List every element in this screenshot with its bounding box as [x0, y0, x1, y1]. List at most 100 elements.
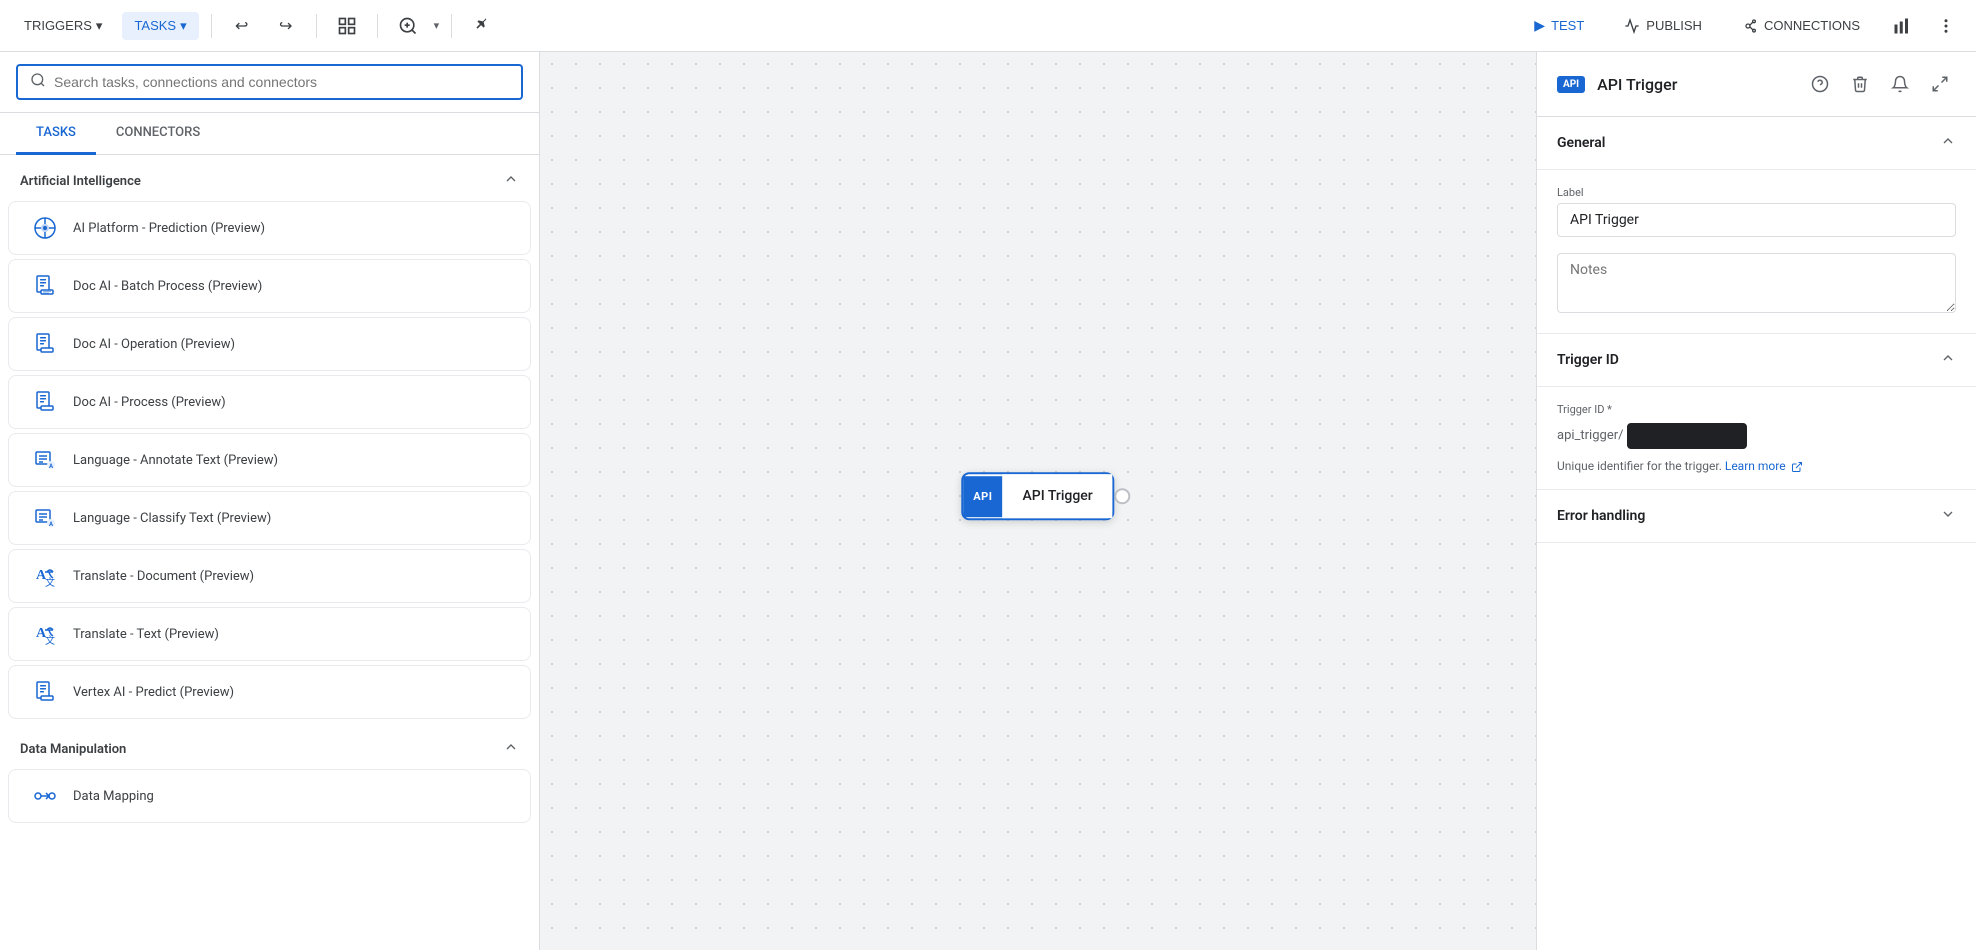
chart-button[interactable]: [1884, 8, 1920, 44]
task-label-doc-ai-operation: Doc AI - Operation (Preview): [73, 337, 235, 352]
nav-separator-4: [451, 14, 452, 38]
category-data-label: Data Manipulation: [20, 742, 126, 757]
task-label-language-classify: Language - Classify Text (Preview): [73, 511, 271, 526]
label-input[interactable]: [1557, 203, 1956, 237]
general-chevron-icon: [1940, 133, 1956, 153]
triggers-chevron-icon: ▾: [96, 18, 103, 34]
bell-button[interactable]: [1884, 68, 1916, 100]
search-input-wrap[interactable]: [16, 64, 523, 100]
nav-separator-3: [377, 14, 378, 38]
task-label-language-annotate: Language - Annotate Text (Preview): [73, 453, 278, 468]
tasks-list: Artificial Intelligence: [0, 155, 539, 950]
top-nav: TRIGGERS ▾ TASKS ▾ ↩ ↪ ▾ ▶ TEST: [0, 0, 1976, 52]
search-bar: [0, 52, 539, 113]
task-label-data-mapping: Data Mapping: [73, 789, 154, 804]
more-menu-button[interactable]: [1928, 8, 1964, 44]
task-label-translate-document: Translate - Document (Preview): [73, 569, 254, 584]
category-ai-header[interactable]: Artificial Intelligence: [0, 155, 539, 199]
trigger-id-hint-text: Unique identifier for the trigger.: [1557, 459, 1722, 473]
nav-separator-1: [211, 14, 212, 38]
error-handling-section-title: Error handling: [1557, 508, 1645, 524]
task-item-translate-document[interactable]: A 文 Translate - Document (Preview): [8, 549, 531, 603]
delete-button[interactable]: [1844, 68, 1876, 100]
layout-button[interactable]: [329, 8, 365, 44]
api-trigger-node-label: API Trigger: [1002, 474, 1112, 518]
task-item-language-classify[interactable]: A Language - Classify Text (Preview): [8, 491, 531, 545]
label-form-group: Label: [1557, 186, 1956, 237]
node-connector[interactable]: [1115, 488, 1131, 504]
task-label-ai-platform: AI Platform - Prediction (Preview): [73, 221, 265, 236]
undo-button[interactable]: ↩: [224, 8, 260, 44]
translate-text-icon: A 文: [29, 618, 61, 650]
right-panel-api-badge: API: [1557, 76, 1585, 93]
pin-button[interactable]: [464, 8, 500, 44]
tab-connectors[interactable]: CONNECTORS: [96, 113, 220, 155]
zoom-button[interactable]: [390, 8, 426, 44]
trigger-id-section-content: Trigger ID * api_trigger/ Unique identif…: [1537, 387, 1976, 490]
task-item-doc-ai-process[interactable]: Doc AI - Process (Preview): [8, 375, 531, 429]
task-item-ai-platform[interactable]: AI Platform - Prediction (Preview): [8, 201, 531, 255]
right-panel-actions: [1804, 68, 1956, 100]
task-item-doc-ai-operation[interactable]: Doc AI - Operation (Preview): [8, 317, 531, 371]
connections-button[interactable]: CONNECTIONS: [1726, 12, 1876, 40]
language-annotate-icon: A: [29, 444, 61, 476]
category-data-header[interactable]: Data Manipulation: [0, 723, 539, 767]
task-item-translate-text[interactable]: A 文 Translate - Text (Preview): [8, 607, 531, 661]
tab-tasks-label: TASKS: [36, 125, 76, 140]
doc-ai-batch-icon: [29, 270, 61, 302]
doc-ai-operation-icon: [29, 328, 61, 360]
vertex-ai-icon: [29, 676, 61, 708]
triggers-label: TRIGGERS: [24, 18, 92, 33]
doc-ai-process-icon: [29, 386, 61, 418]
task-item-data-mapping[interactable]: Data Mapping: [8, 769, 531, 823]
tab-tasks[interactable]: TASKS: [16, 113, 96, 155]
data-mapping-icon: [29, 780, 61, 812]
category-ai-label: Artificial Intelligence: [20, 174, 141, 189]
language-classify-icon: A: [29, 502, 61, 534]
general-section-content: Label: [1537, 170, 1976, 334]
ai-platform-icon: [29, 212, 61, 244]
trigger-id-value: [1627, 423, 1747, 449]
notes-textarea[interactable]: [1557, 253, 1956, 313]
trigger-id-form-group: Trigger ID * api_trigger/ Unique identif…: [1557, 403, 1956, 473]
trigger-id-hint: Unique identifier for the trigger. Learn…: [1557, 459, 1956, 473]
learn-more-link[interactable]: Learn more: [1725, 459, 1803, 473]
tabs-row: TASKS CONNECTORS: [0, 113, 539, 155]
trigger-id-section-title: Trigger ID: [1557, 352, 1619, 368]
task-label-translate-text: Translate - Text (Preview): [73, 627, 219, 642]
triggers-dropdown[interactable]: TRIGGERS ▾: [12, 12, 114, 40]
search-input[interactable]: [54, 74, 509, 90]
general-section-header[interactable]: General: [1537, 117, 1976, 170]
general-section-title: General: [1557, 135, 1605, 151]
category-data-chevron-icon: [503, 739, 519, 759]
tasks-dropdown[interactable]: TASKS ▾: [122, 12, 198, 40]
help-button[interactable]: [1804, 68, 1836, 100]
svg-text:文: 文: [45, 634, 55, 646]
task-item-vertex-ai[interactable]: Vertex AI - Predict (Preview): [8, 665, 531, 719]
right-panel-title: API Trigger: [1597, 75, 1792, 94]
translate-document-icon: A 文: [29, 560, 61, 592]
publish-button[interactable]: PUBLISH: [1608, 12, 1718, 40]
main-layout: TASKS CONNECTORS Artificial Intelligence: [0, 52, 1976, 950]
center-canvas[interactable]: API API Trigger: [540, 52, 1536, 950]
trigger-id-section-header[interactable]: Trigger ID: [1537, 334, 1976, 387]
trigger-id-row: api_trigger/: [1557, 420, 1956, 451]
task-item-language-annotate[interactable]: A Language - Annotate Text (Preview): [8, 433, 531, 487]
redo-button[interactable]: ↪: [268, 8, 304, 44]
notes-form-group: [1557, 253, 1956, 317]
nav-separator-2: [316, 14, 317, 38]
tasks-label: TASKS: [134, 18, 176, 33]
right-panel-header: API API Trigger: [1537, 52, 1976, 117]
tab-connectors-label: CONNECTORS: [116, 125, 200, 140]
expand-button[interactable]: [1924, 68, 1956, 100]
label-field-label: Label: [1557, 186, 1956, 199]
trigger-id-chevron-icon: [1940, 350, 1956, 370]
task-label-doc-ai-process: Doc AI - Process (Preview): [73, 395, 226, 410]
task-item-doc-ai-batch[interactable]: Doc AI - Batch Process (Preview): [8, 259, 531, 313]
api-trigger-node[interactable]: API API Trigger: [961, 472, 1114, 520]
trigger-id-label: Trigger ID *: [1557, 403, 1956, 416]
test-button[interactable]: ▶ TEST: [1518, 11, 1600, 40]
api-trigger-badge: API: [963, 476, 1002, 517]
tasks-chevron-icon: ▾: [180, 18, 187, 34]
error-handling-section-header[interactable]: Error handling: [1537, 490, 1976, 543]
